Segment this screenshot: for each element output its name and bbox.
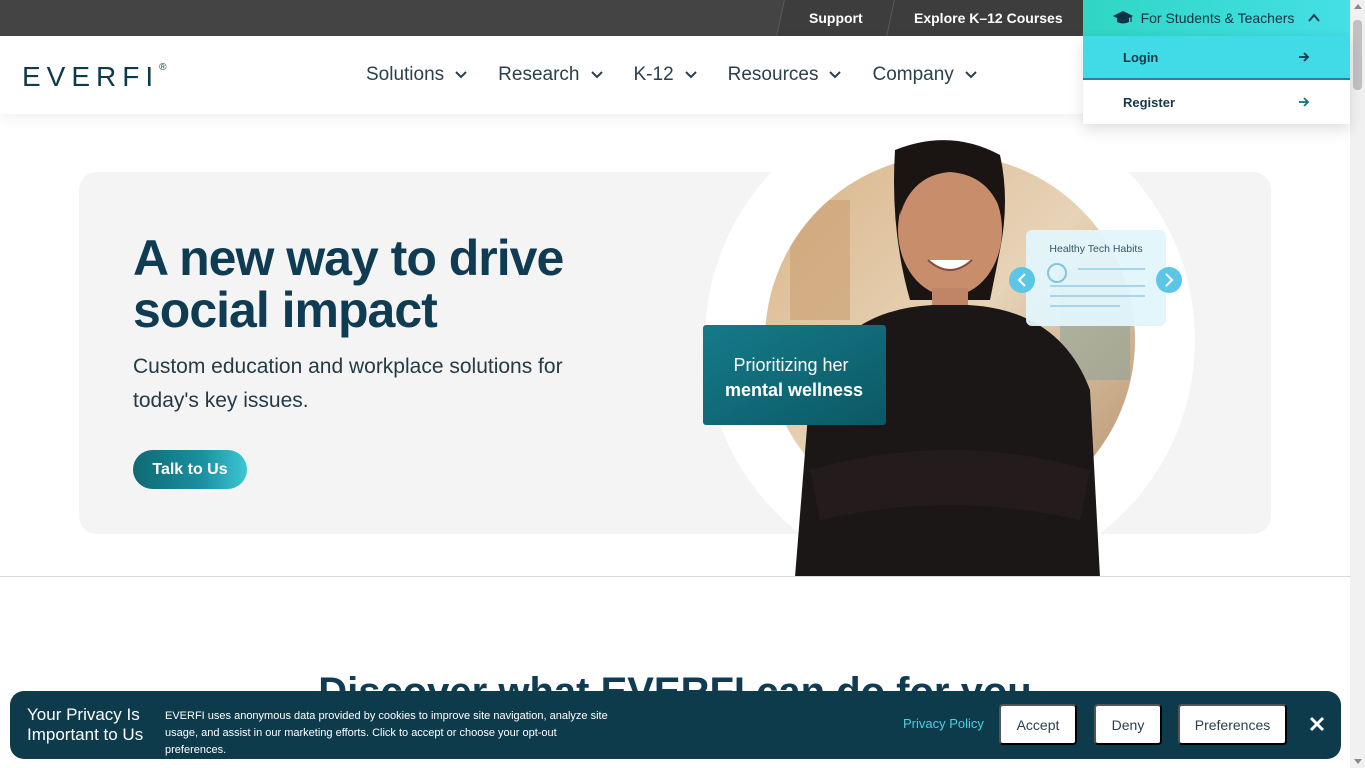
students-teachers-label: For Students & Teachers xyxy=(1140,10,1295,26)
primary-nav: Solutions Research K-12 Resources Compan… xyxy=(366,36,978,114)
close-icon[interactable] xyxy=(1305,712,1329,736)
chevron-down-icon xyxy=(829,71,842,79)
deny-button[interactable]: Deny xyxy=(1094,704,1162,745)
privacy-policy-link[interactable]: Privacy Policy xyxy=(903,716,984,731)
account-dropdown: Login Register xyxy=(1083,36,1350,124)
nav-label: K-12 xyxy=(633,64,674,85)
section-divider xyxy=(0,576,1350,577)
carousel-prev-button[interactable] xyxy=(1009,267,1035,293)
chevron-down-icon xyxy=(965,71,977,79)
arrow-right-icon xyxy=(1299,52,1310,62)
preferences-button[interactable]: Preferences xyxy=(1178,704,1287,745)
arrow-right-icon xyxy=(1299,97,1310,107)
tile-title: Healthy Tech Habits xyxy=(1049,243,1142,255)
support-label: Support xyxy=(808,10,863,26)
hero-illustration: Healthy Tech Habits Prioritizing her men… xyxy=(703,130,1195,577)
cookie-text: EVERFI uses anonymous data provided by c… xyxy=(165,710,608,756)
nav-label: Company xyxy=(872,64,954,85)
hero-subtitle: Custom education and workplace solutions… xyxy=(133,355,563,412)
chevron-down-icon xyxy=(455,71,467,79)
carousel-next-button[interactable] xyxy=(1156,267,1182,293)
mental-wellness-card xyxy=(703,325,886,425)
graduation-cap-icon xyxy=(1112,11,1133,24)
explore-k12-link[interactable]: Explore K–12 Courses xyxy=(886,0,1089,36)
hero-title: A new way to drive social impact xyxy=(133,230,564,338)
nav-solutions[interactable]: Solutions xyxy=(366,64,468,86)
page: Support Explore K–12 Courses For Student… xyxy=(0,0,1365,768)
nav-research[interactable]: Research xyxy=(498,64,603,86)
support-link[interactable]: Support xyxy=(776,0,894,36)
nav-resources[interactable]: Resources xyxy=(728,64,843,86)
accept-button[interactable]: Accept xyxy=(999,704,1077,745)
scrollbar[interactable] xyxy=(1350,0,1365,768)
nav-label: Resources xyxy=(727,64,819,85)
nav-label: Research xyxy=(498,64,580,85)
scroll-thumb[interactable] xyxy=(1353,20,1362,90)
nav-label: Solutions xyxy=(366,64,445,85)
chevron-down-icon xyxy=(590,71,603,79)
explore-k12-label: Explore K–12 Courses xyxy=(913,10,1063,26)
nav-company[interactable]: Company xyxy=(872,64,977,86)
registered-mark: ® xyxy=(159,61,167,73)
utility-bar: Support Explore K–12 Courses For Student… xyxy=(0,0,1350,36)
card-label-1: Prioritizing her xyxy=(733,355,848,375)
card-label-2: mental wellness xyxy=(725,380,863,400)
cookie-title: Your Privacy Is Important to Us xyxy=(27,705,144,744)
scroll-up-arrow-icon[interactable] xyxy=(1354,4,1362,9)
students-teachers-toggle[interactable]: For Students & Teachers xyxy=(1083,0,1350,36)
register-link[interactable]: Register xyxy=(1083,80,1350,124)
logo-text: EVERFI xyxy=(22,61,160,92)
chevron-up-icon xyxy=(1308,13,1321,22)
scroll-down-arrow-icon[interactable] xyxy=(1354,759,1362,764)
cookie-banner: Your Privacy Is Important to Us EVERFI u… xyxy=(10,691,1341,759)
everfi-logo[interactable]: EVERFI® xyxy=(22,61,167,93)
login-link[interactable]: Login xyxy=(1083,36,1350,80)
register-label: Register xyxy=(1123,94,1176,110)
nav-k12[interactable]: K-12 xyxy=(634,64,698,86)
chevron-down-icon xyxy=(684,71,697,79)
login-label: Login xyxy=(1123,49,1159,65)
talk-to-us-button[interactable]: Talk to Us xyxy=(133,450,247,489)
